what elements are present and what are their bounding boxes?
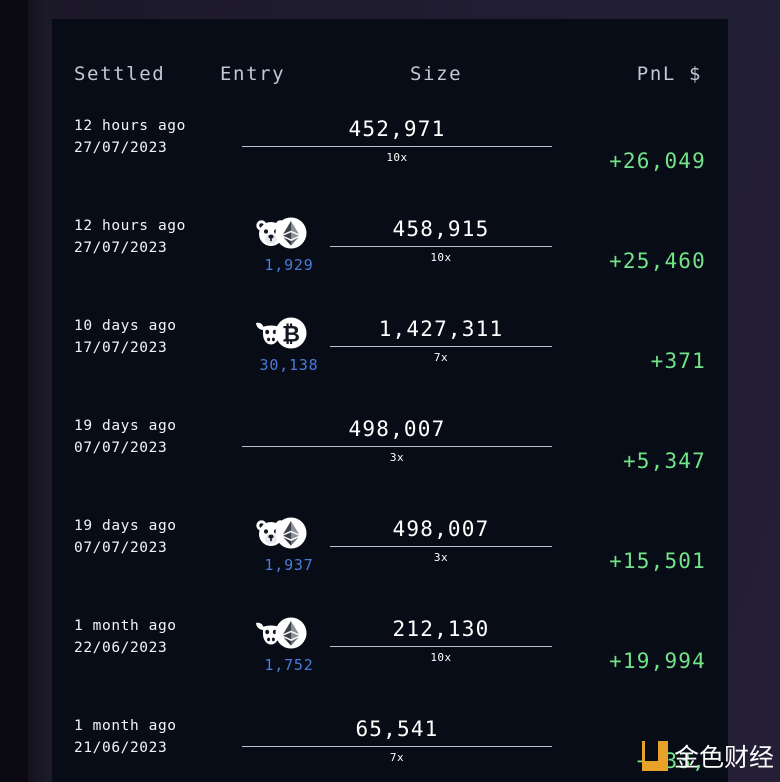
entry-icons [255,217,323,251]
table-row[interactable]: 19 days ago 07/07/2023 498,007 3x +5,347 [52,397,728,497]
cell-size: 452,971 10x [242,115,552,167]
settled-date: 21/06/2023 [74,740,168,756]
settled-date: 27/07/2023 [74,240,168,256]
leverage-value: 3x [389,451,405,464]
leverage-value: 10x [430,251,452,264]
cell-pnl: +19,994 [609,649,706,673]
entry-icons: ₿ [255,317,323,351]
settled-relative: 12 hours ago [74,218,186,234]
column-header-pnl: PnL $ [636,63,702,85]
settled-relative: 1 month ago [74,618,177,634]
table-body: 12 hours ago 27/07/2023 452,971 10x +26,049 1… [52,97,728,782]
cell-pnl: +371 [650,349,706,373]
cell-settled: 19 days ago 07/07/2023 [74,515,214,559]
table-row[interactable]: 10 days ago 17/07/2023 ₿ 30,138 1,427,311 7x +… [52,297,728,397]
size-value: 452,971 [348,117,446,141]
cell-settled: 12 hours ago 27/07/2023 [74,115,214,159]
size-value: 65,541 [355,717,439,741]
cell-size: 65,541 7x [242,715,552,767]
cell-size: 212,130 10x [330,615,552,667]
table-row[interactable]: 12 hours ago 27/07/2023 452,971 10x +26,049 [52,97,728,197]
leverage-value: 3x [433,551,449,564]
settled-positions-card: Settled Entry Size PnL $ 12 hours ago 27/… [52,19,728,782]
eth-icon [275,217,307,249]
table-row[interactable]: 1 month ago 22/06/2023 1,752 212,130 10x +19,… [52,597,728,697]
eth-icon [275,517,307,549]
size-value: 458,915 [392,217,490,241]
size-value: 498,007 [348,417,446,441]
settled-relative: 1 month ago [74,718,177,734]
btc-icon: ₿ [275,317,307,349]
leverage-value: 7x [389,751,405,764]
table-row[interactable]: 12 hours ago 27/07/2023 1,929 458,915 10x +25… [52,197,728,297]
table-header-row: Settled Entry Size PnL $ [52,19,728,97]
cell-pnl: +15,501 [609,549,706,573]
eth-icon [275,617,307,649]
entry-icons [255,617,323,651]
settled-date: 22/06/2023 [74,640,168,656]
cell-size: 498,007 3x [330,515,552,567]
leverage-value: 10x [386,151,408,164]
cell-settled: 19 days ago 07/07/2023 [74,415,214,459]
settled-relative: 19 days ago [74,518,177,534]
settled-relative: 10 days ago [74,318,177,334]
screenshot-root: Settled Entry Size PnL $ 12 hours ago 27/… [0,0,780,782]
settled-relative: 12 hours ago [74,118,186,134]
column-header-size: Size [410,63,463,85]
cell-settled: 1 month ago 21/06/2023 [74,715,214,759]
size-value: 212,130 [392,617,490,641]
watermark-logo-icon [641,741,668,771]
cell-pnl: +25,460 [609,249,706,273]
column-header-entry: Entry [220,63,286,85]
cell-settled: 1 month ago 22/06/2023 [74,615,214,659]
svg-text:₿: ₿ [282,323,300,348]
table-row[interactable]: 1 month ago 21/06/2023 65,541 7x +133, [52,697,728,782]
settled-date: 27/07/2023 [74,140,168,156]
settled-relative: 19 days ago [74,418,177,434]
watermark: 金色财经 [641,738,774,774]
entry-icons [255,517,323,551]
settled-date: 07/07/2023 [74,440,168,456]
settled-date: 17/07/2023 [74,340,168,356]
cell-size: 1,427,311 7x [330,315,552,367]
size-value: 498,007 [392,517,490,541]
cell-size: 498,007 3x [242,415,552,467]
cell-pnl: +5,347 [622,449,706,473]
table-row[interactable]: 19 days ago 07/07/2023 1,937 498,007 3x +15,5… [52,497,728,597]
settled-date: 07/07/2023 [74,540,168,556]
cell-size: 458,915 10x [330,215,552,267]
column-header-settled: Settled [74,63,166,85]
cell-settled: 10 days ago 17/07/2023 [74,315,214,359]
leverage-value: 10x [430,651,452,664]
leverage-value: 7x [433,351,449,364]
watermark-text: 金色财经 [673,743,774,772]
cell-settled: 12 hours ago 27/07/2023 [74,215,214,259]
size-value: 1,427,311 [378,317,504,341]
cell-pnl: +26,049 [609,149,706,173]
